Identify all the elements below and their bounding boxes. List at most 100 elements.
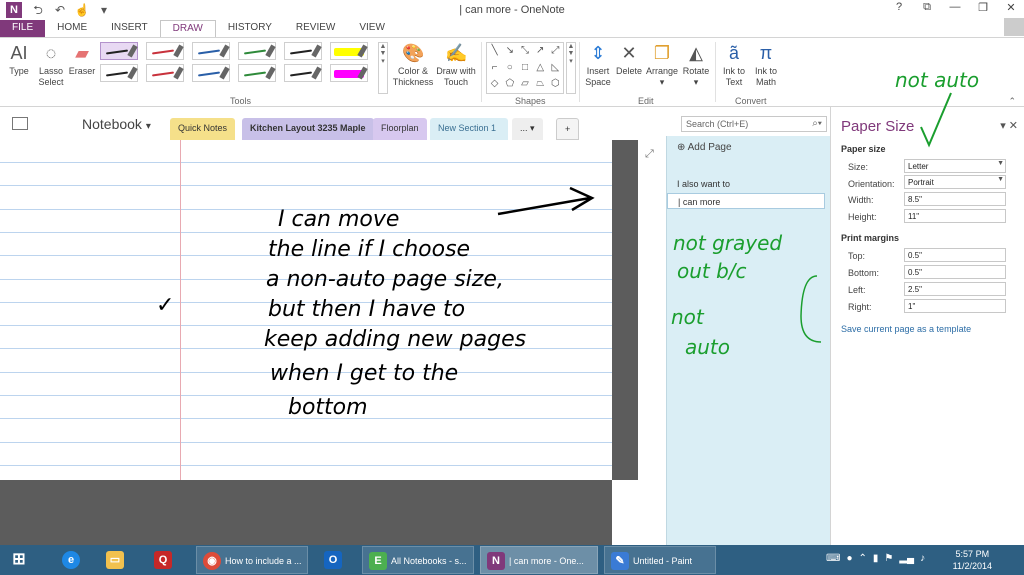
line-shape-icon[interactable]: ╲ xyxy=(487,43,502,60)
draw-with-touch-button[interactable]: ✍ Draw with Touch xyxy=(434,42,478,88)
circle-shape-icon[interactable]: ○ xyxy=(502,60,517,77)
battery-icon[interactable]: ▮ xyxy=(873,553,879,564)
pen-stroke xyxy=(289,71,313,77)
paper-size-heading: Paper size xyxy=(841,144,886,154)
add-page-button[interactable]: ⊕ Add Page xyxy=(677,142,732,153)
page-item-also-want[interactable]: I also want to xyxy=(667,176,831,192)
minimize-icon[interactable]: — xyxy=(948,1,962,14)
more-sections-button[interactable]: ... ▾ xyxy=(512,118,543,140)
display-options-icon[interactable]: ⧉ xyxy=(920,1,934,14)
restore-icon[interactable]: ❐ xyxy=(976,1,990,14)
section-tab-floorplan[interactable]: Floorplan xyxy=(373,118,427,140)
search-input[interactable]: Search (Ctrl+E) ⌕▾ xyxy=(681,116,827,132)
pen-swatch[interactable] xyxy=(284,64,322,82)
pen-swatch[interactable] xyxy=(238,64,276,82)
notebook-pane-icon[interactable] xyxy=(12,117,28,130)
rotate-button[interactable]: ◭ Rotate ▾ xyxy=(680,42,712,88)
pen-gallery-scroll[interactable]: ▲ ▼ ▾ xyxy=(378,42,388,94)
tab-view[interactable]: VIEW xyxy=(347,20,397,37)
ink-layer[interactable]: I can move the line if I choose a non-au… xyxy=(0,140,612,480)
note-page[interactable]: I can move the line if I choose a non-au… xyxy=(0,140,612,480)
right-triangle-shape-icon[interactable]: ◺ xyxy=(548,60,563,77)
flag-icon[interactable]: ⚑ xyxy=(884,553,893,564)
page-canvas[interactable]: I can move the line if I choose a non-au… xyxy=(0,140,666,545)
taskbar-outlook[interactable]: O xyxy=(318,546,354,574)
keyboard-icon[interactable]: ⌨ xyxy=(826,553,840,564)
bottom-margin-input[interactable]: 0.5" xyxy=(904,265,1006,279)
delete-button[interactable]: ✕ Delete xyxy=(614,42,644,77)
section-tab-quick-notes[interactable]: Quick Notes xyxy=(170,118,236,140)
size-select[interactable]: Letter ▼ xyxy=(904,159,1006,173)
start-button[interactable]: ⊞ xyxy=(6,546,36,574)
bracket-shape-icon[interactable]: ⌐ xyxy=(487,60,502,77)
pen-swatch[interactable] xyxy=(192,42,230,60)
rectangle-shape-icon[interactable]: □ xyxy=(517,60,532,77)
pen-swatch[interactable] xyxy=(284,42,322,60)
left-margin-input[interactable]: 2.5" xyxy=(904,282,1006,296)
notebook-selector[interactable]: Notebook ▾ xyxy=(82,116,151,132)
hexagon-shape-icon[interactable]: ⬡ xyxy=(548,76,563,93)
pen-swatch[interactable] xyxy=(100,42,138,60)
arrange-button[interactable]: ❐ Arrange ▾ xyxy=(644,42,680,88)
taskbar-evernote[interactable]: E All Notebooks - s... xyxy=(362,546,474,574)
tab-insert[interactable]: INSERT xyxy=(99,20,160,37)
trapezoid-shape-icon[interactable]: ⏢ xyxy=(533,76,548,93)
tray-app-icon[interactable]: ● xyxy=(846,553,852,564)
ink-to-math-button[interactable]: π Ink to Math xyxy=(750,42,782,88)
network-icon[interactable]: ▂▄ xyxy=(899,553,914,564)
lasso-select-button[interactable]: ◌ Lasso Select xyxy=(36,42,66,88)
height-input[interactable]: 11" xyxy=(904,209,1006,223)
window-title: | can more - OneNote xyxy=(459,4,565,16)
pentagon-shape-icon[interactable]: ⬠ xyxy=(502,76,517,93)
eraser-button[interactable]: ▰ Eraser xyxy=(68,42,96,77)
pen-swatch[interactable] xyxy=(238,42,276,60)
parallelogram-shape-icon[interactable]: ▱ xyxy=(517,76,532,93)
pen-swatch[interactable] xyxy=(192,64,230,82)
top-margin-input[interactable]: 0.5" xyxy=(904,248,1006,262)
add-section-button[interactable]: + xyxy=(556,118,580,140)
volume-icon[interactable]: ♪ xyxy=(920,553,925,564)
group-label-tools: Tools xyxy=(230,96,252,106)
color-thickness-button[interactable]: 🎨 Color & Thickness xyxy=(392,42,434,88)
show-hidden-icons-icon[interactable]: ⌃ xyxy=(858,553,866,564)
help-icon[interactable]: ? xyxy=(892,1,906,14)
search-icon[interactable]: ⌕▾ xyxy=(812,118,822,129)
pen-swatch[interactable] xyxy=(146,64,184,82)
taskbar-ie[interactable]: e xyxy=(56,546,92,574)
right-margin-input[interactable]: 1" xyxy=(904,299,1006,313)
save-template-link[interactable]: Save current page as a template xyxy=(841,324,971,334)
tab-home[interactable]: HOME xyxy=(45,20,99,37)
type-button[interactable]: A͏I Type xyxy=(6,42,32,77)
tab-history[interactable]: HISTORY xyxy=(216,20,284,37)
ink-to-math-icon: π xyxy=(759,43,773,63)
taskbar-quicken[interactable]: Q xyxy=(148,546,184,574)
diamond-shape-icon[interactable]: ◇ xyxy=(487,76,502,93)
pen-swatch[interactable] xyxy=(100,64,138,82)
pen-swatch[interactable] xyxy=(330,42,368,60)
taskbar-paint[interactable]: ✎ Untitled - Paint xyxy=(604,546,716,574)
axis-2-shape-icon[interactable]: ⤢ xyxy=(548,43,563,60)
tab-file[interactable]: FILE xyxy=(0,20,46,37)
tab-review[interactable]: REVIEW xyxy=(284,20,347,37)
pen-swatch[interactable] xyxy=(330,64,368,82)
double-arrow-shape-icon[interactable]: ⤡ xyxy=(517,43,532,60)
section-tab-kitchen-layout[interactable]: Kitchen Layout 3235 Maple xyxy=(242,118,374,140)
ink-to-text-button[interactable]: a͂ Ink to Text xyxy=(718,42,750,88)
taskbar-chrome[interactable]: ◉ How to include a ... xyxy=(196,546,308,574)
axis-shape-icon[interactable]: ↗ xyxy=(533,43,548,60)
pen-swatch[interactable] xyxy=(146,42,184,60)
account-avatar[interactable] xyxy=(1004,18,1024,36)
insert-space-button[interactable]: ⇕ Insert Space xyxy=(582,42,614,88)
taskbar-explorer[interactable]: ▭ xyxy=(100,546,136,574)
expand-page-icon[interactable]: ⤢ xyxy=(645,148,654,161)
taskbar-onenote[interactable]: N | can more - One... xyxy=(480,546,598,574)
tab-draw[interactable]: DRAW xyxy=(159,20,216,37)
orientation-select[interactable]: Portrait ▼ xyxy=(904,175,1006,189)
triangle-shape-icon[interactable]: △ xyxy=(533,60,548,77)
arrow-shape-icon[interactable]: ↘ xyxy=(502,43,517,60)
shapes-gallery-scroll[interactable]: ▲ ▼ ▾ xyxy=(566,42,576,94)
width-input[interactable]: 8.5" xyxy=(904,192,1006,206)
close-icon[interactable]: ✕ xyxy=(1004,1,1018,14)
clock[interactable]: 5:57 PM 11/2/2014 xyxy=(953,548,992,572)
pen-icon xyxy=(219,66,230,80)
